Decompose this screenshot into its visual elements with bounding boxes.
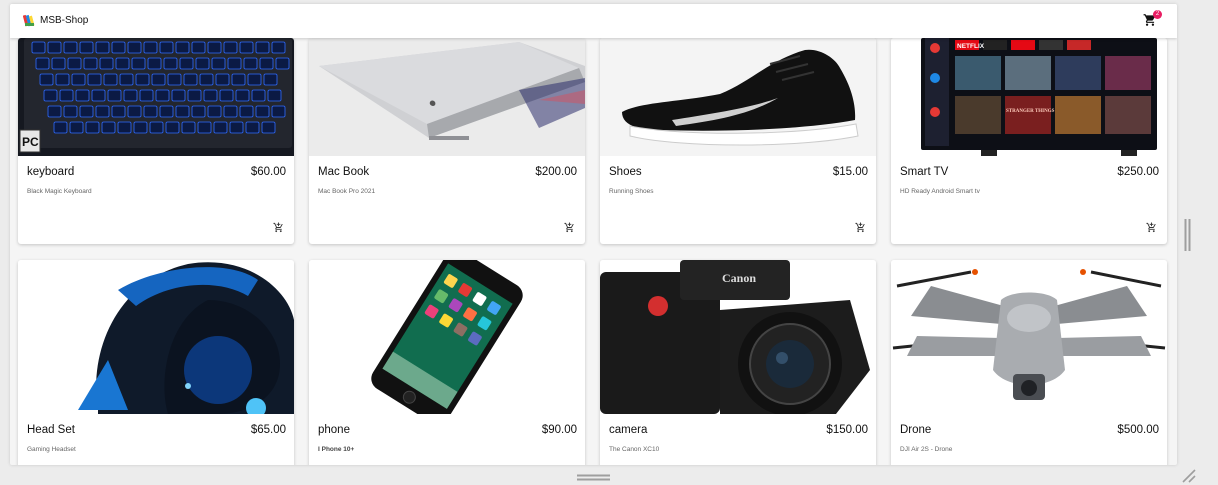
drone-image bbox=[891, 260, 1167, 414]
camera-brand-text: Canon bbox=[722, 271, 756, 285]
horizontal-resize-handle[interactable] bbox=[577, 474, 610, 482]
tv-netflix-label: NETFLIX bbox=[957, 43, 985, 50]
product-name[interactable]: Drone bbox=[900, 424, 931, 436]
product-description: Gaming Headset bbox=[27, 446, 76, 453]
product-description: HD Ready Android Smart tv bbox=[900, 188, 980, 195]
product-card-phone[interactable]: phone $90.00 I Phone 10+ bbox=[309, 260, 585, 465]
product-card-camera[interactable]: Canon camera $150.00 The Canon XC10 bbox=[600, 260, 876, 465]
phone-image bbox=[309, 260, 585, 414]
product-description: Running Shoes bbox=[609, 188, 654, 195]
product-description: Black Magic Keyboard bbox=[27, 188, 92, 195]
app-bar: MSB-Shop 2 bbox=[10, 4, 1177, 38]
product-card-head-set[interactable]: Head Set $65.00 Gaming Headset bbox=[18, 260, 294, 465]
shoes-image bbox=[600, 38, 876, 156]
headset-image bbox=[18, 260, 294, 414]
product-price: $150.00 bbox=[826, 424, 868, 436]
product-card-smart-tv[interactable]: NETFLIX STRANGER THINGS Smart TV $250.00… bbox=[891, 38, 1167, 244]
product-card-shoes[interactable]: Shoes $15.00 Running Shoes bbox=[600, 38, 876, 244]
product-name[interactable]: Head Set bbox=[27, 424, 75, 436]
product-card-keyboard[interactable]: PC keyboard $60.00 Black Magic Keyboard bbox=[18, 38, 294, 244]
app-window: MSB-Shop 2 PC keyboard $60.00 Black Magi… bbox=[10, 4, 1177, 465]
add-to-cart-icon[interactable] bbox=[1146, 222, 1157, 233]
product-price: $15.00 bbox=[832, 166, 868, 178]
keyboard-image: PC bbox=[18, 38, 294, 156]
camera-image: Canon bbox=[600, 260, 876, 414]
laptop-image bbox=[309, 38, 585, 156]
vertical-resize-handle[interactable] bbox=[1184, 219, 1191, 251]
product-description: The Canon XC10 bbox=[609, 446, 660, 453]
product-price: $500.00 bbox=[1117, 424, 1159, 436]
product-price: $200.00 bbox=[535, 166, 577, 178]
product-price: $60.00 bbox=[250, 166, 286, 178]
product-card-drone[interactable]: Drone $500.00 DJI Air 2S - Drone bbox=[891, 260, 1167, 465]
product-price: $65.00 bbox=[250, 424, 286, 436]
resize-grip-icon[interactable] bbox=[1181, 468, 1197, 484]
tv-show-label: STRANGER THINGS bbox=[1006, 109, 1055, 114]
product-description: Mac Book Pro 2021 bbox=[318, 188, 376, 195]
product-name[interactable]: keyboard bbox=[27, 166, 74, 178]
shop-logo-icon bbox=[23, 14, 35, 27]
product-name[interactable]: Mac Book bbox=[318, 166, 369, 178]
product-name[interactable]: Shoes bbox=[609, 166, 642, 178]
product-card-mac-book[interactable]: Mac Book $200.00 Mac Book Pro 2021 bbox=[309, 38, 585, 244]
product-description: I Phone 10+ bbox=[318, 446, 355, 453]
keyboard-badge-text: PC bbox=[22, 135, 39, 149]
add-to-cart-icon[interactable] bbox=[273, 222, 284, 233]
product-name[interactable]: Smart TV bbox=[900, 166, 948, 178]
app-title[interactable]: MSB-Shop bbox=[40, 15, 88, 26]
add-to-cart-icon[interactable] bbox=[855, 222, 866, 233]
cart-count-badge: 2 bbox=[1153, 10, 1162, 19]
add-to-cart-icon[interactable] bbox=[564, 222, 575, 233]
product-price: $250.00 bbox=[1117, 166, 1159, 178]
product-description: DJI Air 2S - Drone bbox=[900, 446, 953, 453]
product-name[interactable]: camera bbox=[609, 424, 647, 436]
product-name[interactable]: phone bbox=[318, 424, 350, 436]
product-price: $90.00 bbox=[541, 424, 577, 436]
tv-image: NETFLIX STRANGER THINGS bbox=[891, 38, 1167, 156]
